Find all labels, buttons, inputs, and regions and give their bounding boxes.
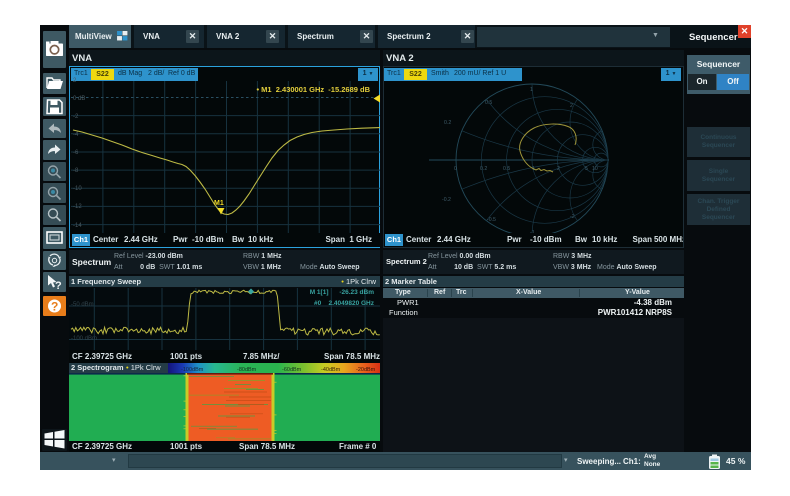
svg-text:?: ? xyxy=(55,280,62,292)
svg-text:-2: -2 xyxy=(570,214,575,220)
svg-text:0.2: 0.2 xyxy=(480,166,487,172)
svg-text:-0.2: -0.2 xyxy=(442,197,451,203)
svg-text:2: 2 xyxy=(570,103,573,109)
svg-text:2: 2 xyxy=(557,166,560,172)
svg-text:10: 10 xyxy=(592,166,598,172)
svg-text:0.5: 0.5 xyxy=(503,166,510,172)
svg-text:?: ? xyxy=(51,300,58,314)
svg-text:0: 0 xyxy=(454,166,457,172)
svg-text:M1: M1 xyxy=(214,200,224,207)
svg-text:0.2: 0.2 xyxy=(444,120,451,126)
svg-text:0.5: 0.5 xyxy=(485,100,492,106)
svg-text:-0.5: -0.5 xyxy=(487,217,496,223)
svg-text:5: 5 xyxy=(585,166,588,172)
svg-text:1: 1 xyxy=(530,87,533,93)
